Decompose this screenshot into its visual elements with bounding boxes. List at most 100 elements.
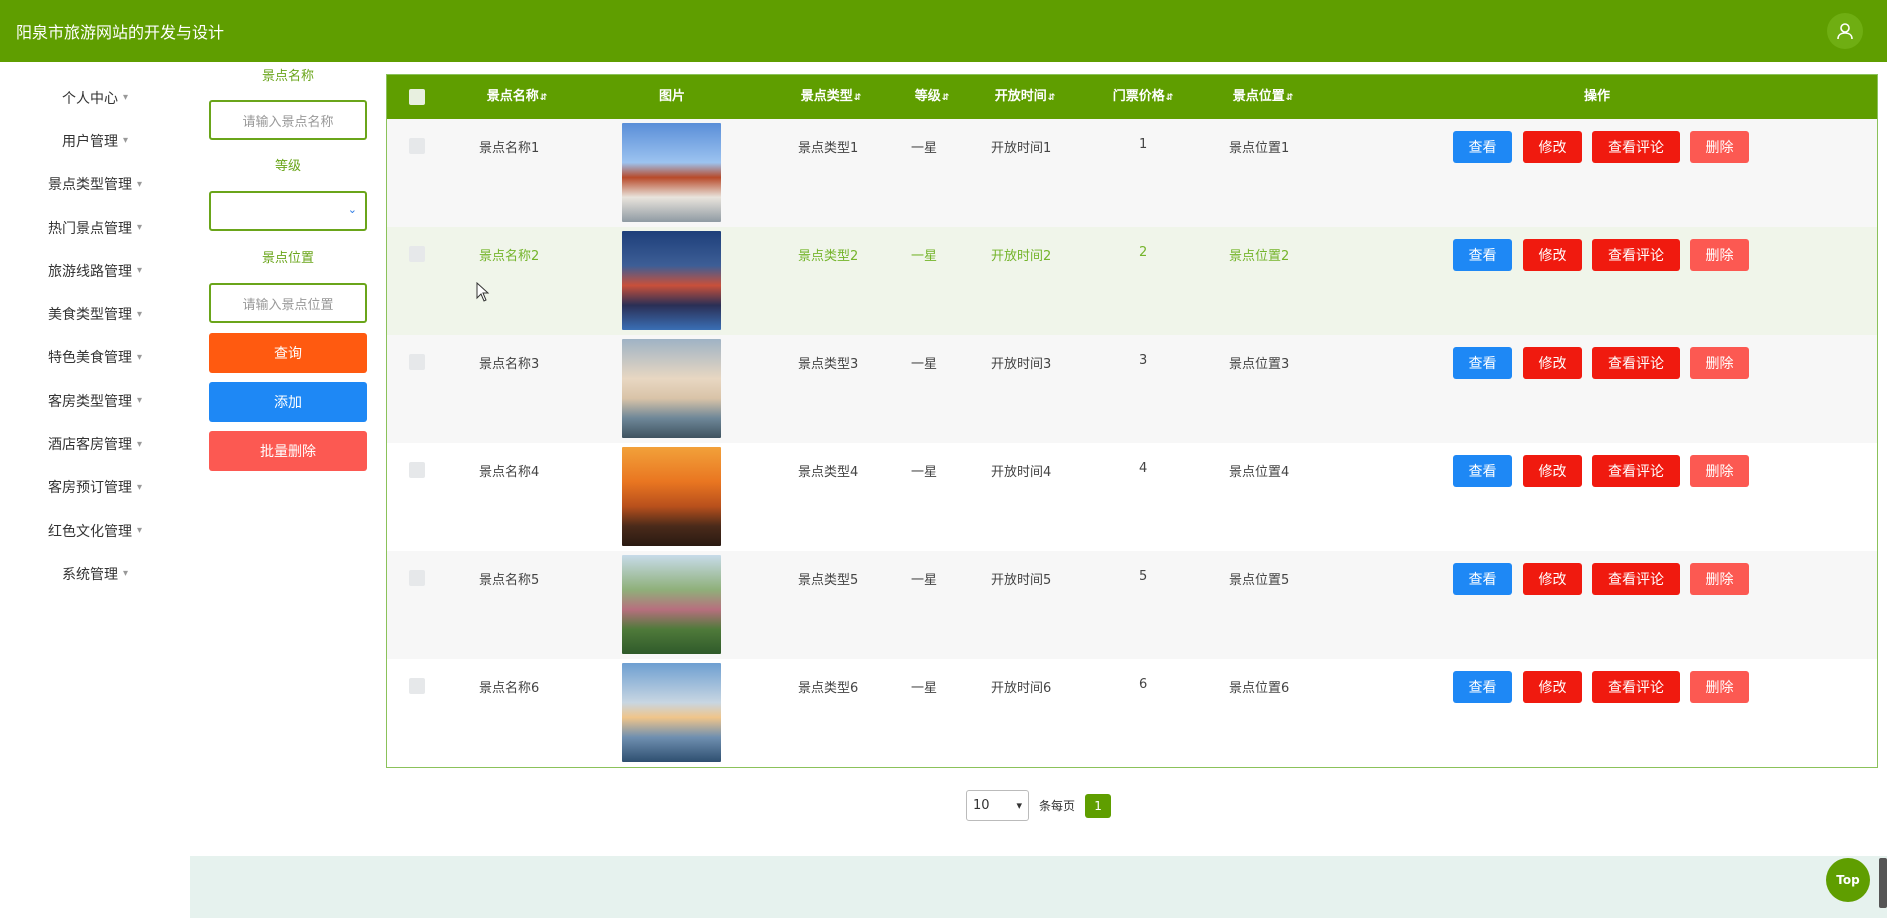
cell-open-time: 开放时间4 <box>991 465 1052 480</box>
sort-icon[interactable]: ⇵ <box>942 93 950 103</box>
edit-button[interactable]: 修改 <box>1523 455 1582 487</box>
view-button[interactable]: 查看 <box>1453 563 1512 595</box>
sidebar-item-label: 客房类型管理 <box>47 393 132 410</box>
cell-location: 景点位置2 <box>1229 249 1290 264</box>
sort-icon[interactable]: ⇵ <box>1286 93 1294 103</box>
location-search-input[interactable]: 请输入景点位置 <box>209 283 367 323</box>
caret-down-icon: ▾ <box>122 568 129 580</box>
query-button[interactable]: 查询 <box>209 333 367 373</box>
delete-button[interactable]: 删除 <box>1690 239 1749 271</box>
view-comments-button[interactable]: 查看评论 <box>1592 563 1680 595</box>
batch-delete-button[interactable]: 批量删除 <box>209 431 367 471</box>
select-all-checkbox[interactable] <box>409 89 425 105</box>
sidebar-item[interactable]: 旅游线路管理 ▾ <box>0 249 190 292</box>
table-row[interactable]: 景点名称3 景点类型3 一星 开放时间3 3 景点位置3 查看 修改 查看评论 删除 <box>387 335 1877 443</box>
sort-icon[interactable]: ⇵ <box>1048 93 1056 103</box>
sidebar-item[interactable]: 红色文化管理 ▾ <box>0 509 190 552</box>
sidebar-item-label: 旅游线路管理 <box>47 263 132 280</box>
avatar[interactable] <box>1827 13 1863 49</box>
delete-button[interactable]: 删除 <box>1690 131 1749 163</box>
view-comments-button[interactable]: 查看评论 <box>1592 239 1680 271</box>
edit-button[interactable]: 修改 <box>1523 239 1582 271</box>
page-1-button[interactable]: 1 <box>1085 793 1112 818</box>
view-button[interactable]: 查看 <box>1453 131 1512 163</box>
sort-icon[interactable]: ⇵ <box>1166 93 1174 103</box>
table-row[interactable]: 景点名称4 景点类型4 一星 开放时间4 4 景点位置4 查看 修改 查看评论 删除 <box>387 443 1877 551</box>
add-button[interactable]: 添加 <box>209 382 367 422</box>
sidebar-item[interactable]: 景点类型管理 ▾ <box>0 163 190 206</box>
header-name[interactable]: 景点名称⇵ <box>477 75 557 119</box>
edit-button[interactable]: 修改 <box>1523 131 1582 163</box>
caret-down-icon: ▾ <box>136 265 143 277</box>
view-comments-button[interactable]: 查看评论 <box>1592 131 1680 163</box>
table-row[interactable]: 景点名称1 景点类型1 一星 开放时间1 1 景点位置1 查看 修改 查看评论 删除 <box>387 119 1877 227</box>
sidebar-item-label: 客房预订管理 <box>47 480 132 497</box>
header-picture: 图片 <box>658 89 685 104</box>
sidebar-item[interactable]: 美食类型管理 ▾ <box>0 292 190 335</box>
view-comments-button[interactable]: 查看评论 <box>1592 671 1680 703</box>
cell-type: 景点类型4 <box>798 465 859 480</box>
row-checkbox[interactable] <box>409 246 425 262</box>
cell-type: 景点类型1 <box>798 141 859 156</box>
cell-name: 景点名称6 <box>479 681 540 696</box>
table-row[interactable]: 景点名称5 景点类型5 一星 开放时间5 5 景点位置5 查看 修改 查看评论 删除 <box>387 551 1877 659</box>
name-search-input[interactable]: 请输入景点名称 <box>209 100 367 140</box>
sidebar-item[interactable]: 系统管理 ▾ <box>0 552 190 595</box>
row-checkbox[interactable] <box>409 570 425 586</box>
header-level[interactable]: 等级⇵ <box>907 75 957 119</box>
delete-button[interactable]: 删除 <box>1690 563 1749 595</box>
sort-icon[interactable]: ⇵ <box>854 93 862 103</box>
caret-down-icon: ▾ <box>136 178 143 190</box>
caret-down-icon: ▾ <box>136 481 143 493</box>
view-button[interactable]: 查看 <box>1453 239 1512 271</box>
sidebar-item[interactable]: 用户管理 ▾ <box>0 119 190 162</box>
mouse-cursor-icon <box>476 282 490 302</box>
header-open-time[interactable]: 开放时间⇵ <box>985 75 1065 119</box>
edit-button[interactable]: 修改 <box>1523 347 1582 379</box>
header-location[interactable]: 景点位置⇵ <box>1223 75 1303 119</box>
row-checkbox[interactable] <box>409 354 425 370</box>
view-button[interactable]: 查看 <box>1453 671 1512 703</box>
header-type[interactable]: 景点类型⇵ <box>791 75 871 119</box>
sidebar-item[interactable]: 热门景点管理 ▾ <box>0 206 190 249</box>
cell-level: 一星 <box>911 681 938 696</box>
row-checkbox[interactable] <box>409 462 425 478</box>
table-row[interactable]: 景点名称6 景点类型6 一星 开放时间6 6 景点位置6 查看 修改 查看评论 删除 <box>387 659 1877 767</box>
page-size-select[interactable]: 10 ▾ <box>966 790 1029 821</box>
cell-price: 4 <box>1139 461 1148 476</box>
cell-price: 1 <box>1139 137 1148 152</box>
view-button[interactable]: 查看 <box>1453 347 1512 379</box>
sidebar: 个人中心 ▾ 用户管理 ▾ 景点类型管理 ▾ 热门景点管理 ▾ 旅游线路管理 ▾ 美食类型管理 ▾ 特色… <box>0 62 190 918</box>
cell-open-time: 开放时间2 <box>991 249 1052 264</box>
delete-button[interactable]: 删除 <box>1690 347 1749 379</box>
sidebar-item[interactable]: 客房类型管理 ▾ <box>0 379 190 422</box>
table-row[interactable]: 景点名称2 景点类型2 一星 开放时间2 2 景点位置2 查看 修改 查看评论 删除 <box>387 227 1877 335</box>
cell-location: 景点位置4 <box>1229 465 1290 480</box>
back-to-top-button[interactable]: Top <box>1826 858 1870 902</box>
view-comments-button[interactable]: 查看评论 <box>1592 455 1680 487</box>
scrollbar[interactable] <box>1879 858 1887 908</box>
delete-button[interactable]: 删除 <box>1690 455 1749 487</box>
sidebar-item[interactable]: 客房预订管理 ▾ <box>0 466 190 509</box>
row-checkbox[interactable] <box>409 138 425 154</box>
level-filter-label: 等级 <box>274 159 301 174</box>
level-select[interactable]: ⌄ <box>209 191 367 231</box>
view-button[interactable]: 查看 <box>1453 455 1512 487</box>
pagination: 10 ▾ 条每页 1 <box>966 790 1112 821</box>
caret-down-icon: ▾ <box>122 92 129 104</box>
edit-button[interactable]: 修改 <box>1523 671 1582 703</box>
cell-type: 景点类型6 <box>798 681 859 696</box>
cell-location: 景点位置5 <box>1229 573 1290 588</box>
sidebar-item-label: 美食类型管理 <box>47 307 132 324</box>
delete-button[interactable]: 删除 <box>1690 671 1749 703</box>
sidebar-item[interactable]: 酒店客房管理 ▾ <box>0 422 190 465</box>
sort-icon[interactable]: ⇵ <box>540 93 548 103</box>
edit-button[interactable]: 修改 <box>1523 563 1582 595</box>
view-comments-button[interactable]: 查看评论 <box>1592 347 1680 379</box>
sidebar-item[interactable]: 个人中心 ▾ <box>0 76 190 119</box>
location-filter-label: 景点位置 <box>261 251 314 266</box>
scenic-photo <box>622 123 721 222</box>
sidebar-item[interactable]: 特色美食管理 ▾ <box>0 336 190 379</box>
row-checkbox[interactable] <box>409 678 425 694</box>
header-price[interactable]: 门票价格⇵ <box>1103 75 1183 119</box>
